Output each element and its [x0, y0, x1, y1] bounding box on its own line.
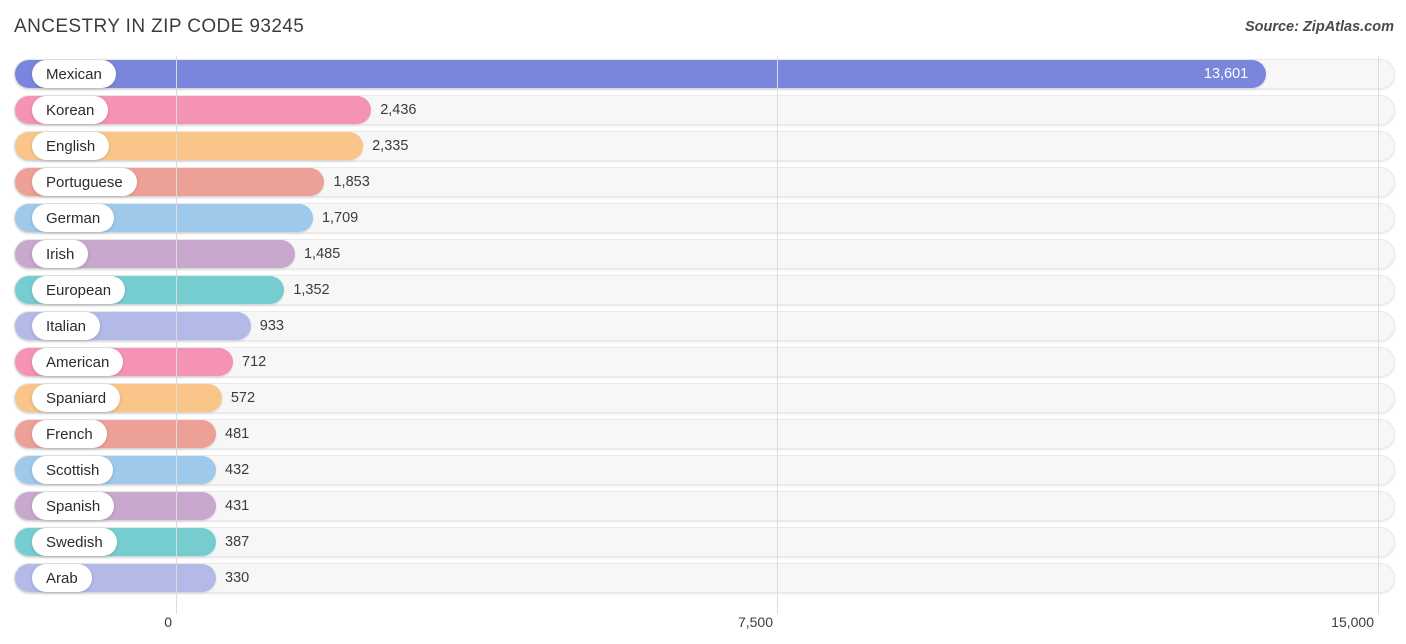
bar-value-label: 933	[259, 318, 284, 334]
bar-row[interactable]: Spanish 431	[0, 488, 1406, 524]
bar-label-pill[interactable]: Mexican	[32, 60, 116, 88]
bar-value-label: 387	[225, 534, 250, 550]
bar-category-label: Korean	[46, 101, 95, 119]
bar-track	[14, 491, 1395, 521]
bar-category-label: French	[46, 425, 93, 443]
bar-label-pill[interactable]: German	[32, 204, 115, 232]
bar-value-label: 2,335	[372, 138, 409, 154]
bar-category-label: Spaniard	[46, 389, 107, 407]
bar-label-pill[interactable]: Swedish	[32, 528, 117, 556]
bar-row[interactable]: American 712	[0, 344, 1406, 380]
bar-row[interactable]: European 1,352	[0, 272, 1406, 308]
bar-row[interactable]: Scottish 432	[0, 452, 1406, 488]
bar-row[interactable]: Irish 1,485	[0, 236, 1406, 272]
bar-label-pill[interactable]: American	[32, 348, 124, 376]
x-axis-tick-label: 15,000	[1331, 614, 1374, 630]
page-title: ANCESTRY IN ZIP CODE 93245	[14, 16, 305, 37]
bar-row[interactable]: Mexican 13,601	[0, 56, 1406, 92]
bar-track	[14, 419, 1395, 449]
bar-row[interactable]: English 2,335	[0, 128, 1406, 164]
bar-row[interactable]: German 1,709	[0, 200, 1406, 236]
chart-header: ANCESTRY IN ZIP CODE 93245 Source: ZipAt…	[0, 0, 1406, 56]
bar-chart-plot-area: Mexican 13,601 Korean 2,436 English 2,335 Port…	[0, 56, 1406, 614]
bar-label-pill[interactable]: Arab	[32, 564, 92, 592]
bar-mexican[interactable]	[15, 60, 1266, 88]
bar-label-pill[interactable]: Italian	[32, 312, 101, 340]
bar-category-label: Swedish	[46, 533, 103, 551]
bar-label-pill[interactable]: European	[32, 276, 126, 304]
bar-value-label: 13,601	[1203, 66, 1249, 82]
bar-track	[14, 455, 1395, 485]
bar-row[interactable]: Italian 933	[0, 308, 1406, 344]
bar-value-label: 431	[225, 498, 250, 514]
bar-value-label: 330	[225, 570, 250, 586]
bar-category-label: Mexican	[46, 65, 102, 83]
x-axis: 0 7,500 15,000	[0, 608, 1406, 644]
bar-track	[14, 563, 1395, 593]
bar-row[interactable]: Arab 330	[0, 560, 1406, 596]
bar-category-label: Arab	[46, 569, 78, 587]
bar-label-pill[interactable]: English	[32, 132, 110, 160]
bar-category-label: English	[46, 137, 96, 155]
x-axis-tick-label: 0	[164, 614, 172, 630]
bar-category-label: Portuguese	[46, 173, 123, 191]
bar-row[interactable]: Swedish 387	[0, 524, 1406, 560]
source-attribution: Source: ZipAtlas.com	[1244, 19, 1394, 35]
bar-label-pill[interactable]: Spanish	[32, 492, 115, 520]
bar-label-pill[interactable]: Spaniard	[32, 384, 121, 412]
bar-category-label: Spanish	[46, 497, 101, 515]
bar-value-label: 1,352	[293, 282, 330, 298]
bar-value-label: 572	[230, 390, 256, 406]
bar-label-pill[interactable]: Korean	[32, 96, 109, 124]
bar-category-label: American	[46, 353, 110, 371]
bar-row[interactable]: Portuguese 1,853	[0, 164, 1406, 200]
bar-category-label: Scottish	[46, 461, 100, 479]
bar-label-pill[interactable]: Portuguese	[32, 168, 137, 196]
bar-value-label: 481	[225, 426, 250, 442]
bar-value-label: 2,436	[380, 102, 417, 118]
bar-value-label: 432	[225, 462, 250, 478]
bar-category-label: Irish	[46, 245, 75, 263]
bar-value-label: 1,709	[321, 210, 359, 226]
bar-value-label: 1,485	[303, 246, 341, 262]
bar-category-label: German	[46, 209, 101, 227]
bar-label-pill[interactable]: French	[32, 420, 107, 448]
bar-label-pill[interactable]: Scottish	[32, 456, 114, 484]
bar-category-label: Italian	[46, 317, 87, 335]
bar-row[interactable]: Korean 2,436	[0, 92, 1406, 128]
bar-row[interactable]: French 481	[0, 416, 1406, 452]
bar-category-label: European	[46, 281, 112, 299]
bar-value-label: 712	[242, 354, 267, 370]
bar-value-label: 1,853	[333, 174, 370, 190]
bar-row[interactable]: Spaniard 572	[0, 380, 1406, 416]
x-axis-tick-label: 7,500	[737, 614, 773, 630]
bar-label-pill[interactable]: Irish	[32, 240, 89, 268]
bar-track	[14, 527, 1395, 557]
